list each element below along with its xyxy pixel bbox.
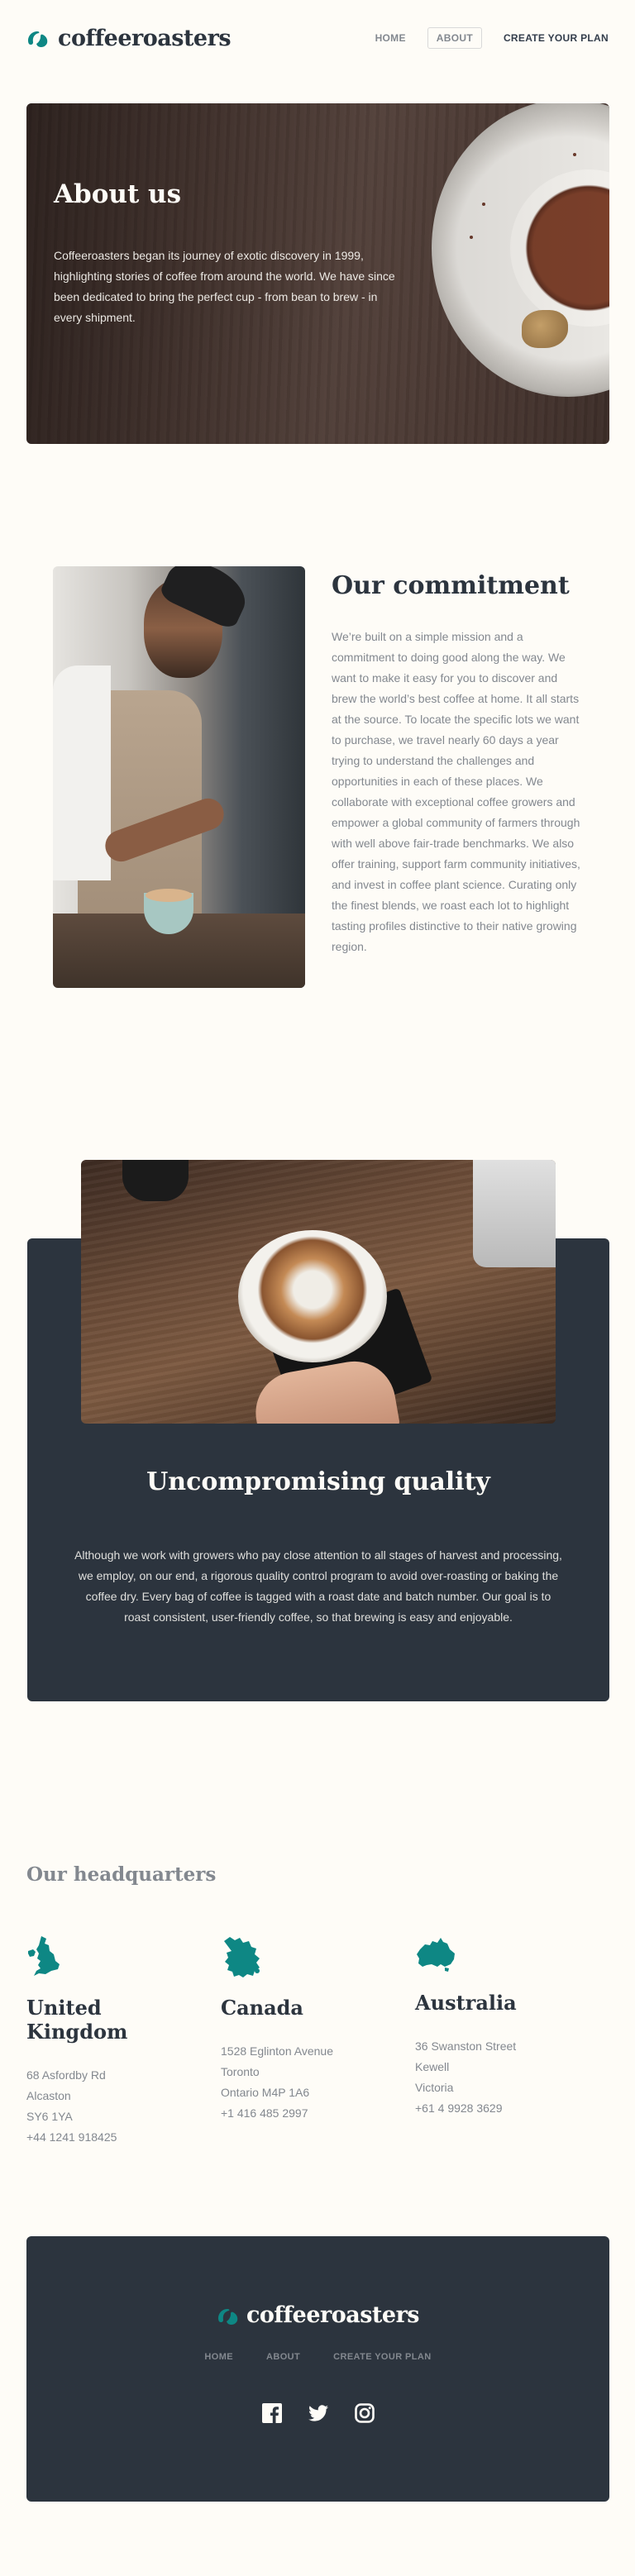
address-line: 68 Asfordby Rd [26, 2068, 106, 2082]
hq-country: United Kingdom [26, 1996, 128, 2044]
hq-country: Australia [415, 1991, 517, 2015]
logo[interactable]: coffeeroasters [26, 25, 232, 51]
hq-office-uk: United Kingdom 68 Asfordby Rd Alcaston S… [26, 1934, 208, 2148]
barista-shirt [53, 665, 111, 880]
address-line: Toronto [221, 2065, 260, 2078]
quality-coffee-image [81, 1160, 556, 1424]
footer-create-plan-link[interactable]: CREATE YOUR PLAN [333, 2352, 431, 2362]
instagram-icon[interactable] [354, 2403, 375, 2423]
kettle [122, 1160, 189, 1201]
social-links [26, 2403, 609, 2423]
hq-address: 1528 Eglinton Avenue Toronto Ontario M4P… [221, 2041, 403, 2124]
footer-logo[interactable]: coffeeroasters [26, 2302, 609, 2328]
quality-text: Although we work with growers who pay cl… [74, 1548, 562, 1624]
about-hero: About us Coffeeroasters began its journe… [26, 103, 609, 444]
facebook-icon[interactable] [261, 2403, 282, 2423]
hq-office-australia: Australia 36 Swanston Street Kewell Vict… [415, 1934, 597, 2119]
footer-logo-text: coffeeroasters [246, 2302, 420, 2328]
phone-number: +61 4 9928 3629 [415, 2101, 503, 2115]
hero-title: About us [54, 179, 182, 209]
address-line: Alcaston [26, 2089, 71, 2102]
site-header: coffeeroasters HOME ABOUT CREATE YOUR PL… [26, 23, 609, 53]
commitment-barista-image [53, 566, 305, 988]
footer-home-link[interactable]: HOME [204, 2352, 233, 2362]
address-line: 36 Swanston Street [415, 2039, 517, 2053]
main-nav: HOME ABOUT CREATE YOUR PLAN [375, 27, 609, 49]
address-line: Kewell [415, 2060, 450, 2073]
hq-country: Canada [221, 1996, 303, 2020]
latte-foam [146, 889, 192, 902]
commitment-text: We’re built on a simple mission and a co… [332, 630, 580, 953]
address-line: SY6 1YA [26, 2110, 73, 2123]
coffee-bean-logo-icon [217, 2308, 238, 2325]
address-line: Victoria [415, 2081, 454, 2094]
coffee-bean-logo-icon [28, 31, 48, 47]
quality-title: Uncompromising quality [146, 1467, 490, 1496]
phone-number: +44 1241 918425 [26, 2130, 117, 2144]
nav-create-plan-link[interactable]: CREATE YOUR PLAN [504, 32, 609, 44]
address-line: 1528 Eglinton Avenue [221, 2044, 333, 2058]
hq-title: Our headquarters [26, 1863, 217, 1886]
hq-address: 36 Swanston Street Kewell Victoria +61 4… [415, 2036, 597, 2119]
hq-address: 68 Asfordby Rd Alcaston SY6 1YA +44 1241… [26, 2065, 208, 2148]
canada-map-icon [224, 1937, 260, 1977]
commitment-title: Our commitment [332, 571, 570, 600]
latte-art-cup [238, 1230, 387, 1362]
phone-number: +1 416 485 2997 [221, 2106, 308, 2120]
twitter-icon[interactable] [308, 2403, 328, 2423]
uk-map-icon [28, 1936, 60, 1976]
site-footer: coffeeroasters HOME ABOUT CREATE YOUR PL… [26, 2236, 609, 2502]
espresso-machine [473, 1160, 556, 1267]
footer-about-link[interactable]: ABOUT [266, 2352, 300, 2362]
nav-home-link[interactable]: HOME [375, 32, 406, 44]
australia-map-icon [417, 1938, 455, 1972]
hq-office-canada: Canada 1528 Eglinton Avenue Toronto Onta… [221, 1934, 403, 2124]
logo-text: coffeeroasters [58, 25, 232, 51]
nav-about-link[interactable]: ABOUT [427, 27, 482, 49]
footer-nav: HOME ABOUT CREATE YOUR PLAN [26, 2352, 609, 2362]
hero-text: Coffeeroasters began its journey of exot… [54, 249, 395, 324]
address-line: Ontario M4P 1A6 [221, 2086, 310, 2099]
